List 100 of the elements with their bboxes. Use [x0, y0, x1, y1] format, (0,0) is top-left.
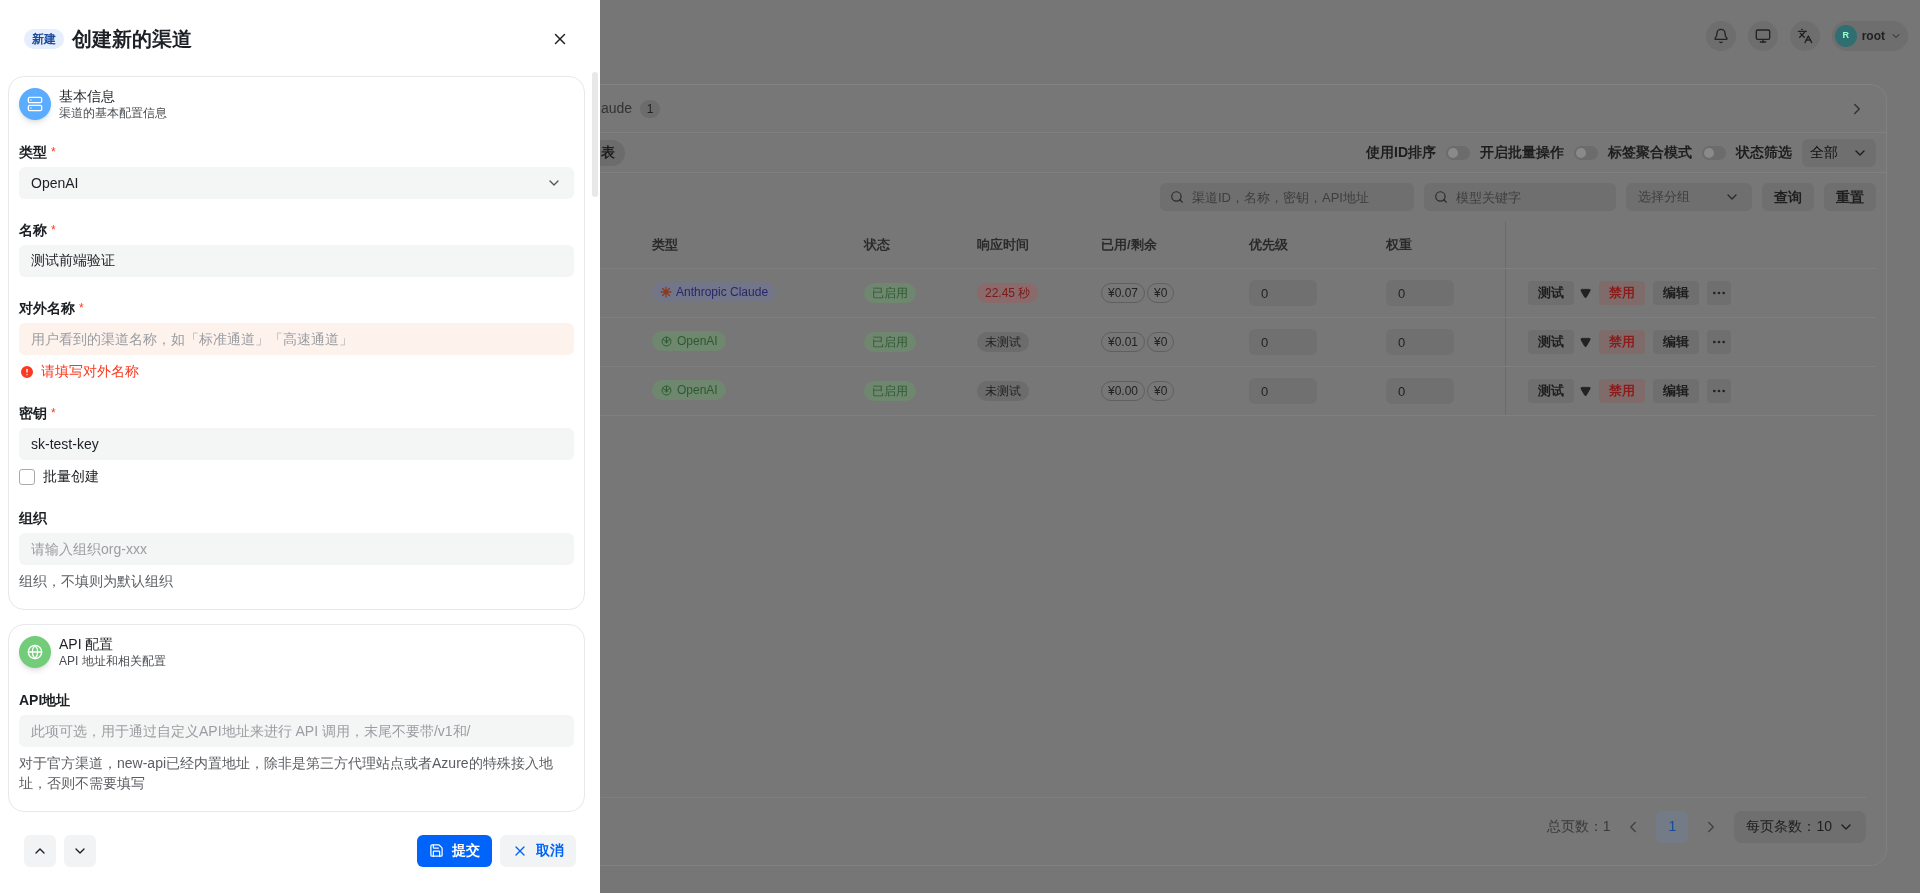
action-button[interactable]: 编辑	[1653, 379, 1699, 403]
cancel-button[interactable]: 取消	[500, 834, 576, 867]
response-time-tag: 未测试	[977, 332, 1029, 352]
reset-button[interactable]: 重置	[1824, 183, 1876, 211]
scroll-down-button[interactable]	[64, 834, 96, 867]
input-field[interactable]: 测试前端验证	[19, 245, 574, 277]
field-label: 组织	[19, 508, 47, 528]
help-text: 对于官方渠道，new-api已经内置地址，除非是第三方代理站点或者Azure的特殊接入地址，否则不需要填写	[19, 754, 554, 793]
column-header: 状态	[864, 235, 890, 254]
channel-tab[interactable]: aude 1	[601, 98, 661, 119]
action-button[interactable]: 编辑	[1653, 281, 1699, 305]
search-icon	[1434, 190, 1448, 204]
drawer-title: 创建新的渠道	[72, 27, 192, 52]
filter-label: 状态筛选	[1736, 143, 1792, 162]
column-header: 权重	[1386, 235, 1412, 254]
type-tag: OpenAI	[652, 331, 726, 351]
toggle-label: 标签聚合模式	[1608, 143, 1692, 162]
translate-icon	[1796, 28, 1813, 44]
priority-input[interactable]: 0	[1249, 329, 1317, 355]
submit-button[interactable]: 提交	[417, 834, 492, 867]
priority-input[interactable]: 0	[1249, 280, 1317, 306]
action-button[interactable]: 禁用	[1599, 379, 1645, 403]
type-tag: OpenAI	[652, 380, 726, 400]
display-button[interactable]	[1747, 21, 1778, 51]
action-button[interactable]: 测试	[1528, 379, 1574, 403]
action-button[interactable]: 禁用	[1599, 330, 1645, 354]
status-tag: 已启用	[864, 381, 916, 401]
scroll-up-button[interactable]	[24, 834, 56, 867]
query-button[interactable]: 查询	[1762, 183, 1814, 211]
weight-input[interactable]: 0	[1386, 280, 1454, 306]
action-button[interactable]: 禁用	[1599, 281, 1645, 305]
page-size-select[interactable]: 每页条数：10	[1734, 810, 1866, 843]
knot-logo-icon	[660, 383, 673, 397]
save-icon	[429, 843, 444, 858]
error-message: 请填写对外名称	[41, 362, 139, 381]
globe-icon	[27, 644, 43, 660]
field-label: 类型	[19, 142, 47, 162]
weight-input[interactable]: 0	[1386, 329, 1454, 355]
error-icon	[19, 363, 35, 380]
field-label: API地址	[19, 690, 71, 710]
field-label: 对外名称	[19, 298, 75, 318]
action-button[interactable]: 测试	[1528, 281, 1574, 305]
checkbox-label: 批量创建	[43, 467, 99, 486]
count-badge: 1	[640, 99, 661, 118]
status-select[interactable]: 全部	[1802, 138, 1876, 167]
type-select[interactable]: OpenAI	[19, 167, 574, 199]
required-asterisk: *	[79, 300, 84, 317]
more-button[interactable]	[1707, 330, 1731, 354]
field-label: 密钥	[19, 403, 47, 423]
section-title: API 配置	[59, 635, 115, 653]
field-label: 名称	[19, 220, 47, 240]
toggle-label: 使用ID排序	[1366, 143, 1436, 162]
status-tag: 已启用	[864, 332, 916, 352]
server-icon	[27, 96, 43, 112]
input-field[interactable]: 请输入组织org-xxx	[19, 533, 574, 565]
status-tag: 已启用	[864, 283, 916, 303]
bell-icon	[1712, 28, 1729, 44]
input-field[interactable]: sk-test-key	[19, 428, 574, 460]
weight-input[interactable]: 0	[1386, 378, 1454, 404]
more-button[interactable]	[1707, 281, 1731, 305]
action-button[interactable]: 编辑	[1653, 330, 1699, 354]
checkbox[interactable]	[19, 468, 35, 485]
view-button[interactable]: 表	[600, 139, 625, 166]
required-asterisk: *	[51, 405, 56, 422]
response-time-tag: 未测试	[977, 381, 1029, 401]
more-button[interactable]	[1707, 379, 1731, 403]
required-asterisk: *	[51, 144, 56, 161]
required-asterisk: *	[51, 222, 56, 239]
column-header: 已用/剩余	[1101, 235, 1157, 254]
user-menu-button[interactable]: R root	[1831, 21, 1908, 51]
section-title: 基本信息	[59, 87, 116, 105]
toggle-switch[interactable]	[1574, 145, 1598, 160]
toggle-label: 开启批量操作	[1480, 143, 1564, 162]
response-time-tag: 22.45 秒	[977, 283, 1039, 303]
section-subtitle: 渠道的基本配置信息	[59, 105, 167, 121]
input-field[interactable]: 用户看到的渠道名称，如「标准通道」「高速通道」	[19, 323, 574, 355]
section-subtitle: API 地址和相关配置	[59, 653, 166, 669]
search-icon	[1170, 190, 1184, 204]
column-header: 类型	[652, 235, 678, 254]
new-badge: 新建	[24, 29, 64, 49]
input-field[interactable]: 此项可选，用于通过自定义API地址来进行 API 调用，末尾不要带/v1和/	[19, 715, 574, 747]
monitor-icon	[1754, 28, 1771, 44]
asterisk-logo-icon	[660, 286, 672, 299]
toggle-switch[interactable]	[1702, 145, 1726, 160]
knot-logo-icon	[660, 334, 673, 348]
priority-input[interactable]: 0	[1249, 378, 1317, 404]
help-text: 组织，不填则为默认组织	[19, 572, 174, 591]
dropdown-caret-icon[interactable]	[1580, 336, 1591, 348]
toggle-switch[interactable]	[1446, 145, 1470, 160]
dropdown-caret-icon[interactable]	[1580, 287, 1591, 299]
language-button[interactable]	[1789, 21, 1820, 51]
notification-button[interactable]	[1705, 21, 1736, 51]
column-header: 优先级	[1249, 235, 1288, 254]
dropdown-caret-icon[interactable]	[1580, 385, 1591, 397]
user-avatar: R	[1834, 25, 1857, 47]
total-pages-text: 总页数：1	[1546, 817, 1611, 836]
type-tag: Anthropic Claude	[652, 282, 777, 303]
action-button[interactable]: 测试	[1528, 330, 1574, 354]
page-number-button[interactable]: 1	[1656, 810, 1689, 843]
column-header: 响应时间	[977, 235, 1029, 254]
